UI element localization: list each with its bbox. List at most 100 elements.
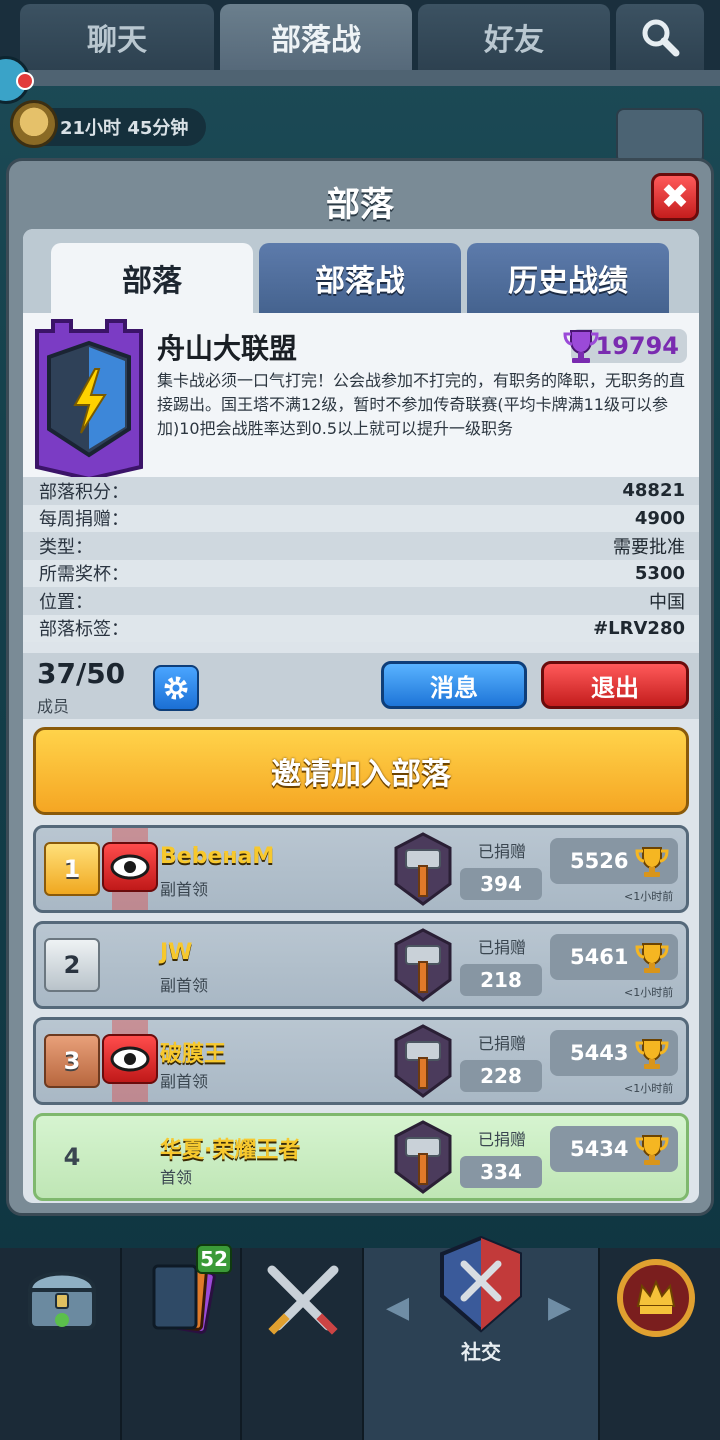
stat-value: 48821 bbox=[622, 480, 685, 502]
member-trophies: 5526 bbox=[550, 838, 678, 884]
donated-label: 已捐赠 bbox=[478, 938, 527, 957]
laurel-crown-icon bbox=[617, 1259, 695, 1337]
purple-trophy-icon bbox=[563, 330, 599, 363]
eye-icon bbox=[102, 1034, 158, 1084]
leave-clan-button[interactable]: 退出 bbox=[541, 661, 689, 709]
panel-title: 部落 bbox=[326, 185, 394, 225]
subtab-clan[interactable]: 部落 bbox=[51, 243, 253, 313]
trophy-icon bbox=[635, 1039, 669, 1069]
search-button[interactable] bbox=[616, 4, 704, 70]
member-name: 破膜王 bbox=[160, 1042, 227, 1067]
war-timer-text: 21小时 45分钟 bbox=[60, 118, 189, 139]
member-role: 副首领 bbox=[160, 976, 209, 995]
clock-icon bbox=[10, 100, 58, 148]
clan-panel: 部落 ✖ 部落 部落战 历史战绩 舟山大联盟 19794 集卡战必须一口气打完！… bbox=[6, 158, 714, 1216]
clan-name: 舟山大联盟 bbox=[157, 332, 298, 365]
crossed-swords-icon bbox=[267, 1265, 339, 1335]
close-button[interactable]: ✖ bbox=[651, 173, 699, 221]
donated-value: 394 bbox=[460, 868, 542, 900]
message-button[interactable]: 消息 bbox=[381, 661, 527, 709]
member-trophies: 5434 bbox=[550, 1126, 678, 1172]
stat-label: 每周捐赠： bbox=[39, 509, 129, 531]
member-trophies: 5443 bbox=[550, 1030, 678, 1076]
nav-events[interactable] bbox=[600, 1248, 720, 1440]
chevron-left-icon[interactable]: ◀ bbox=[386, 1290, 409, 1325]
member-role: 副首领 bbox=[160, 1072, 209, 1091]
member-row[interactable]: 3 破膜王 副首领 已捐赠 228 5443 <1小时前 bbox=[33, 1017, 689, 1105]
gear-icon bbox=[164, 676, 188, 700]
top-tab-bar: 聊天 部落战 好友 bbox=[0, 0, 720, 76]
member-trophies: 5461 bbox=[550, 934, 678, 980]
nav-social-label: 社交 bbox=[461, 1340, 501, 1364]
clan-trophies: 19794 bbox=[563, 329, 687, 363]
stat-clan-score: 部落积分： 48821 bbox=[23, 477, 699, 505]
friend-request-button[interactable] bbox=[616, 108, 704, 164]
stat-type: 类型： 需要批准 bbox=[23, 532, 699, 560]
bottom-nav: ◀ 社交 ▶ bbox=[0, 1235, 720, 1440]
tab-chat[interactable]: 聊天 bbox=[20, 4, 214, 70]
stat-clan-tag: 部落标签： #LRV280 bbox=[23, 614, 699, 642]
card-count-badge: 52 bbox=[196, 1244, 232, 1274]
member-trophies-value: 5461 bbox=[570, 945, 629, 969]
chevron-right-icon[interactable]: ▶ bbox=[548, 1290, 571, 1325]
stat-value: 4900 bbox=[634, 507, 685, 529]
nav-social[interactable]: ◀ 社交 ▶ bbox=[364, 1235, 600, 1440]
member-trophies-value: 5434 bbox=[570, 1137, 629, 1161]
member-row[interactable]: 1 BebeнaM 副首领 已捐赠 394 5526 <1小时前 bbox=[33, 825, 689, 913]
nav-cards[interactable] bbox=[122, 1248, 242, 1440]
members-header: 37/50 成员 消息 退出 bbox=[23, 653, 699, 719]
member-name: JW bbox=[160, 940, 193, 965]
clan-badge-icon bbox=[35, 319, 143, 481]
invite-button[interactable]: 邀请加入部落 bbox=[33, 727, 689, 815]
member-row[interactable]: 2 JW 副首领 已捐赠 218 5461 <1小时前 bbox=[33, 921, 689, 1009]
member-name: BebeнaM bbox=[160, 844, 275, 869]
subtab-war-history[interactable]: 历史战绩 bbox=[467, 243, 669, 313]
panel-body: 部落 部落战 历史战绩 舟山大联盟 19794 集卡战必须一口气打完！公会战参加… bbox=[23, 229, 699, 1203]
member-rank: 2 bbox=[44, 938, 100, 992]
stat-label: 类型： bbox=[39, 536, 93, 558]
nav-battle[interactable] bbox=[242, 1248, 364, 1440]
tab-clan-war[interactable]: 部落战 bbox=[220, 4, 412, 70]
clan-shield-icon bbox=[440, 1235, 522, 1333]
notification-dot bbox=[16, 72, 34, 90]
search-icon bbox=[642, 19, 680, 57]
stat-value: 中国 bbox=[649, 591, 685, 613]
member-trophies-value: 5526 bbox=[570, 849, 629, 873]
donated-label: 已捐赠 bbox=[478, 1034, 527, 1053]
tab-friends[interactable]: 好友 bbox=[418, 4, 610, 70]
member-label: 成员 bbox=[37, 697, 70, 716]
member-trophies-value: 5443 bbox=[570, 1041, 629, 1065]
stat-label: 位置： bbox=[39, 591, 93, 613]
clan-settings-button[interactable] bbox=[153, 665, 199, 711]
stat-value: 需要批准 bbox=[613, 536, 685, 558]
stat-value: 5300 bbox=[634, 562, 685, 584]
clan-info: 舟山大联盟 19794 集卡战必须一口气打完！公会战参加不打完的，有职务的降职，… bbox=[23, 313, 699, 481]
member-rank: 1 bbox=[44, 842, 100, 896]
donated-value: 218 bbox=[460, 964, 542, 996]
trophy-icon bbox=[635, 943, 669, 973]
member-row[interactable]: 4 华夏·荣耀王者 首领 已捐赠 334 5434 bbox=[33, 1113, 689, 1201]
subtab-clan-war[interactable]: 部落战 bbox=[259, 243, 461, 313]
hammer-icon bbox=[394, 928, 452, 1002]
donated-label: 已捐赠 bbox=[478, 1130, 527, 1149]
donated-value: 334 bbox=[460, 1156, 542, 1188]
clan-trophies-value: 19794 bbox=[595, 332, 680, 360]
hammer-icon bbox=[394, 1120, 452, 1194]
sub-tab-bar: 部落 部落战 历史战绩 bbox=[23, 229, 699, 313]
clan-stats: 部落积分： 48821 每周捐赠： 4900 类型： 需要批准 所需奖杯： 5300 位… bbox=[23, 477, 699, 645]
nav-shop[interactable] bbox=[0, 1248, 122, 1440]
stat-weekly-donations: 每周捐赠： 4900 bbox=[23, 504, 699, 532]
member-name: 华夏·荣耀王者 bbox=[160, 1138, 301, 1163]
member-role: 首领 bbox=[160, 1168, 193, 1187]
close-icon: ✖ bbox=[660, 177, 690, 217]
donated-label: 已捐赠 bbox=[478, 842, 527, 861]
donated-value: 228 bbox=[460, 1060, 542, 1092]
top-divider bbox=[0, 70, 720, 86]
last-seen: <1小时前 bbox=[624, 890, 674, 903]
stat-label: 部落标签： bbox=[39, 619, 129, 641]
eye-icon bbox=[102, 842, 158, 892]
trophy-icon bbox=[635, 847, 669, 877]
clan-description: 集卡战必须一口气打完！公会战参加不打完的，有职务的降职，无职务的直接踢出。国王塔… bbox=[157, 371, 686, 438]
stat-value: #LRV280 bbox=[593, 617, 685, 639]
member-role: 副首领 bbox=[160, 880, 209, 899]
